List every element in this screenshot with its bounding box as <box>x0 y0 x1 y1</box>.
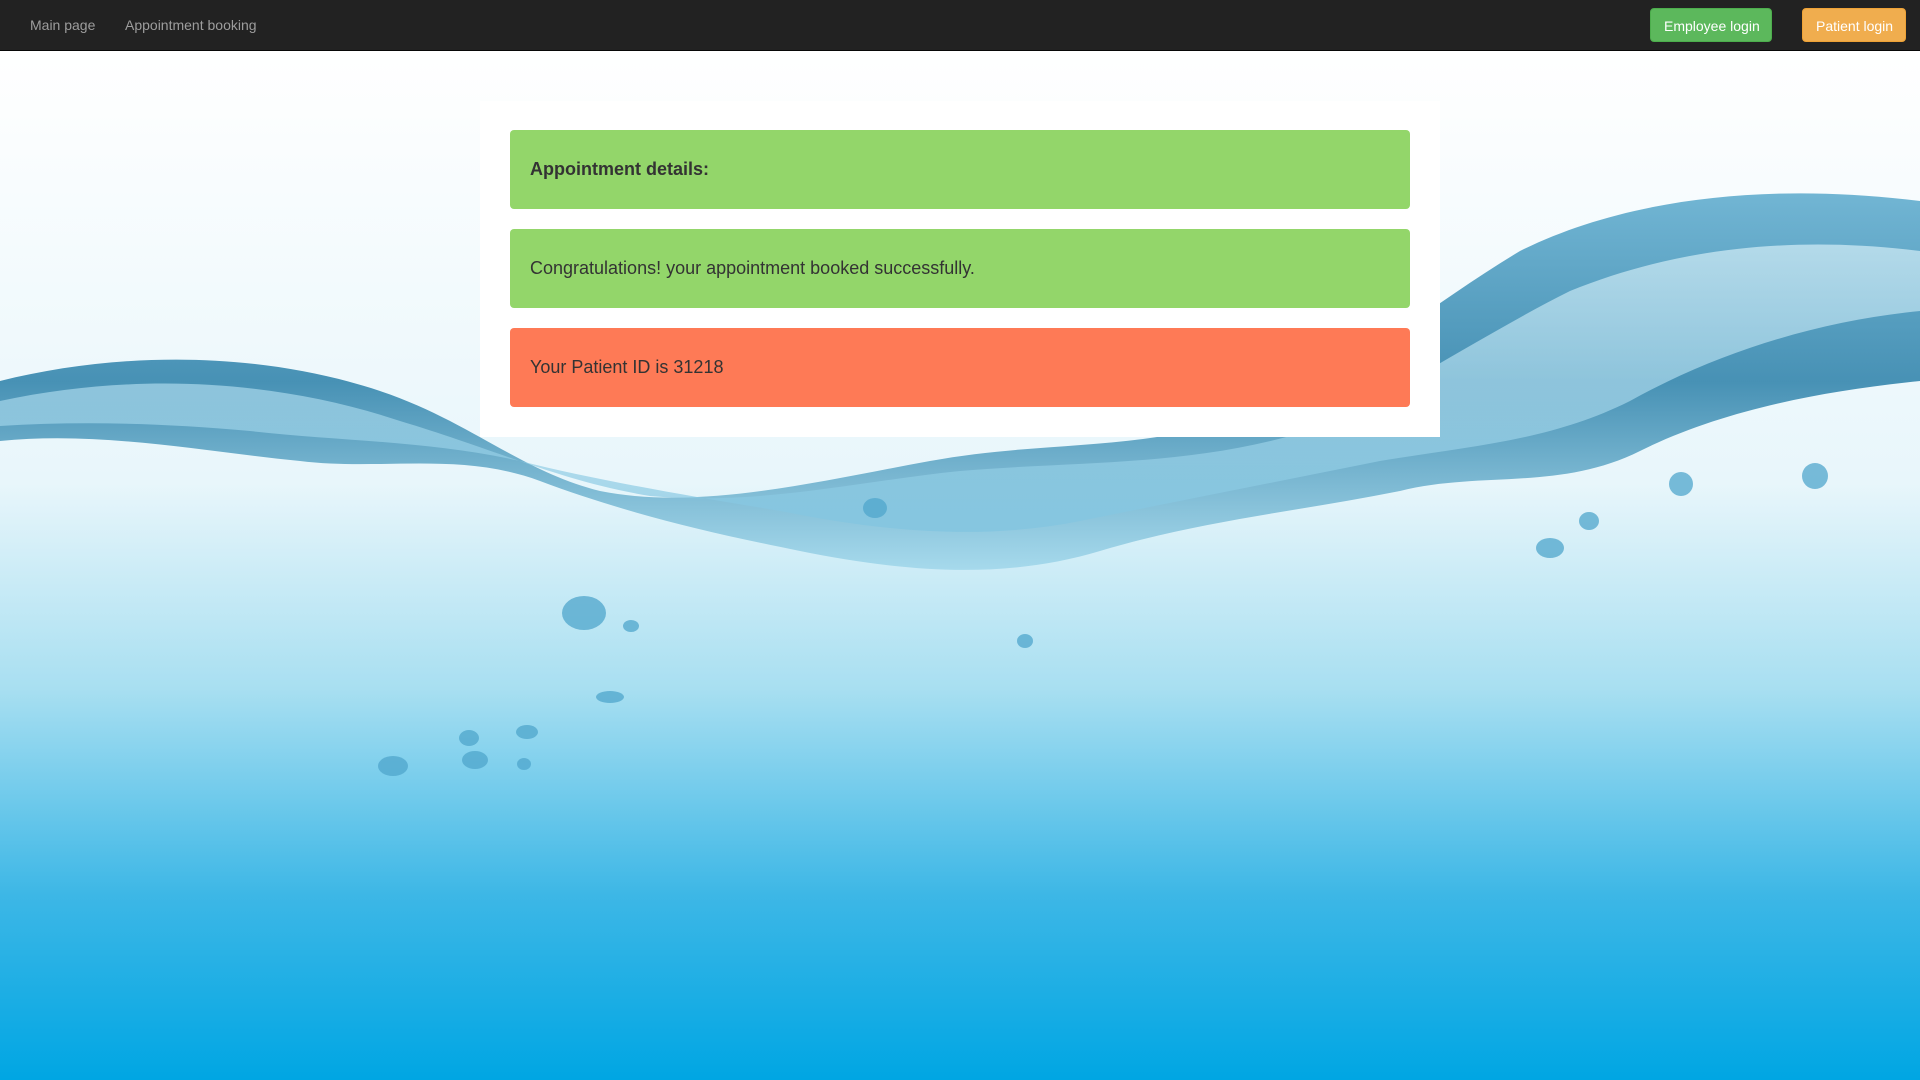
patient-login-button[interactable]: Patient login <box>1802 8 1906 42</box>
appointment-card: Appointment details: Congratulations! yo… <box>480 101 1440 437</box>
nav-link-main-page[interactable]: Main page <box>30 0 95 50</box>
patient-id-message: Your Patient ID is 31218 <box>510 328 1410 407</box>
employee-login-button[interactable]: Employee login <box>1650 8 1772 42</box>
success-message: Congratulations! your appointment booked… <box>510 229 1410 308</box>
appointment-details-heading: Appointment details: <box>510 130 1410 209</box>
navbar: Main page Appointment booking Employee l… <box>0 0 1920 51</box>
page: Main page Appointment booking Employee l… <box>0 0 1920 1080</box>
nav-link-appointment-booking[interactable]: Appointment booking <box>125 0 257 50</box>
